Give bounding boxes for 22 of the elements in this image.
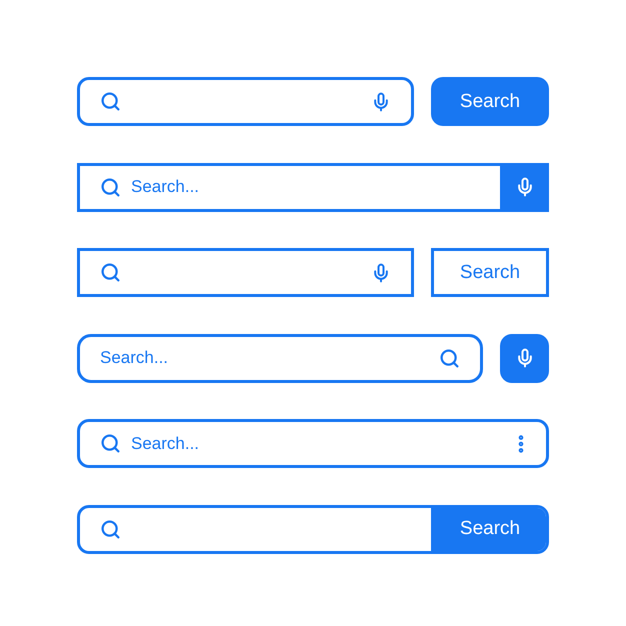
search-field[interactable]: Search...	[77, 419, 549, 468]
microphone-icon	[371, 92, 391, 112]
search-field[interactable]: Search...	[77, 334, 483, 382]
search-button[interactable]: Search	[431, 508, 546, 550]
search-icon	[100, 518, 121, 540]
search-input[interactable]: Search...	[131, 422, 500, 465]
search-button[interactable]: Search	[431, 77, 549, 126]
search-field[interactable]	[77, 77, 414, 126]
microphone-icon	[371, 262, 391, 282]
search-field[interactable]	[77, 248, 414, 297]
microphone-button[interactable]	[500, 334, 549, 382]
microphone-button[interactable]	[500, 166, 546, 208]
search-icon	[100, 262, 121, 283]
search-input[interactable]: Search...	[100, 336, 429, 380]
search-button[interactable]: Search	[431, 248, 549, 297]
search-icon	[100, 176, 121, 198]
search-input[interactable]: Search...	[131, 166, 490, 208]
search-icon	[100, 433, 121, 454]
search-icon	[100, 91, 121, 112]
search-field[interactable]: Search...	[77, 162, 549, 212]
search-field[interactable]: Search	[77, 504, 549, 554]
search-icon	[439, 348, 460, 368]
